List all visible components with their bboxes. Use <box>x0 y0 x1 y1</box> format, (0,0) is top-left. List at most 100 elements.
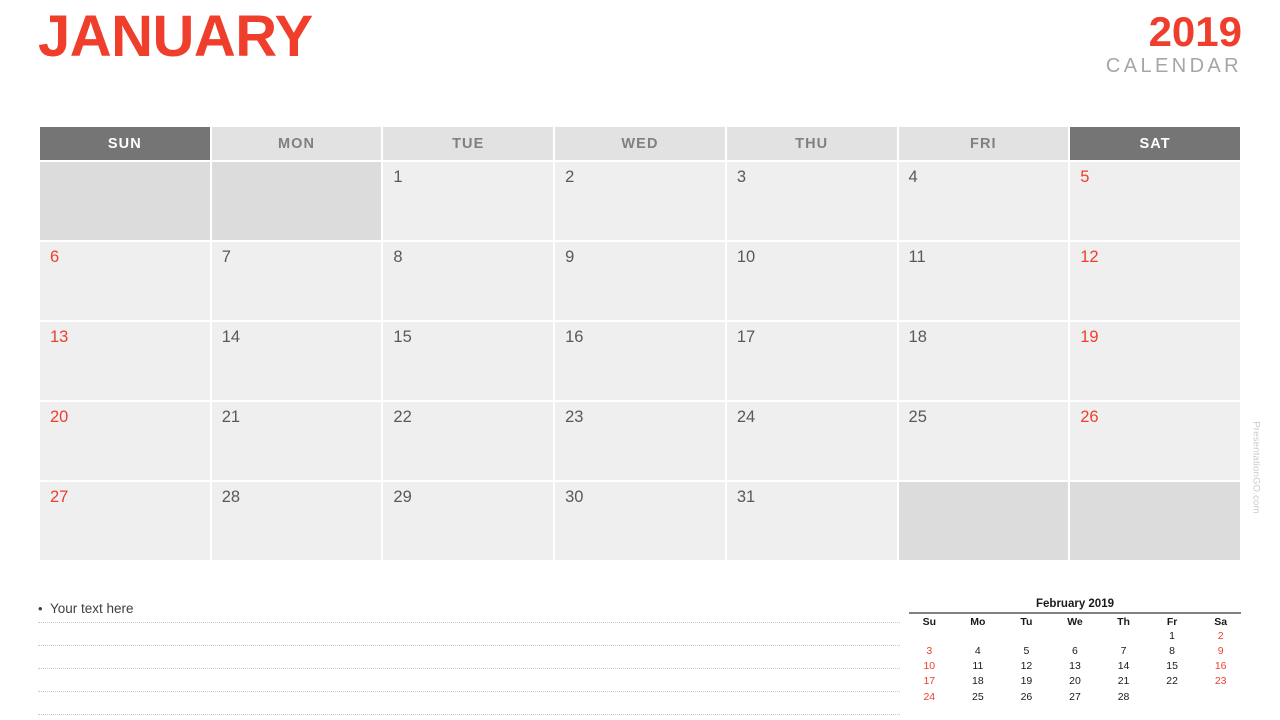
mini-day-cell[interactable]: 25 <box>954 690 1003 705</box>
day-cell[interactable]: 18 <box>898 322 1069 400</box>
mini-day-cell[interactable]: 27 <box>1051 690 1100 705</box>
day-number: 1 <box>393 168 403 186</box>
note-line[interactable] <box>38 646 900 669</box>
note-line[interactable]: • Your text here <box>38 600 900 623</box>
day-number: 23 <box>565 408 584 426</box>
mini-day-cell[interactable]: 18 <box>954 674 1003 689</box>
month-grid-body: 1 2 3 4 5 6 7 8 9 10 11 12 13 14 15 16 17 18 19 20 21 22 23 24 2… <box>40 162 1240 560</box>
mini-day-cell[interactable]: 1 <box>1148 629 1197 644</box>
day-cell[interactable]: 23 <box>555 402 725 480</box>
day-number: 13 <box>50 328 69 346</box>
day-cell[interactable]: 24 <box>726 402 897 480</box>
mini-day-cell[interactable]: 26 <box>1002 690 1051 705</box>
mini-week-row: 10 11 12 13 14 15 16 <box>905 659 1245 674</box>
mini-day-cell[interactable]: 9 <box>1196 644 1245 659</box>
mini-day-cell[interactable]: 23 <box>1196 674 1245 689</box>
mini-week-row: 24 25 26 27 28 <box>905 690 1245 705</box>
mini-calendar-table: Su Mo Tu We Th Fr Sa 1 2 3 4 5 6 7 8 9 10 11 12 13 14 15 16 17… <box>905 614 1245 705</box>
day-cell[interactable]: 12 <box>1070 242 1240 320</box>
mini-day-cell[interactable]: 12 <box>1002 659 1051 674</box>
mini-day-cell[interactable]: 4 <box>954 644 1003 659</box>
day-cell[interactable]: 5 <box>1070 162 1240 240</box>
mini-day-of-week-header-mo: Mo <box>970 616 986 628</box>
day-cell[interactable]: 3 <box>726 162 897 240</box>
day-cell[interactable]: 11 <box>898 242 1069 320</box>
mini-day-of-week-header-fr: Fr <box>1166 616 1178 628</box>
mini-week-row: 17 18 19 20 21 22 23 <box>905 674 1245 689</box>
mini-day-cell[interactable]: 2 <box>1196 629 1245 644</box>
week-row: 13 14 15 16 17 18 19 <box>40 322 1240 400</box>
day-number: 2 <box>565 168 575 186</box>
mini-day-cell[interactable]: 15 <box>1148 659 1197 674</box>
notes-area[interactable]: • Your text here <box>38 600 900 715</box>
day-cell[interactable]: 4 <box>898 162 1069 240</box>
day-cell[interactable]: 14 <box>211 322 382 400</box>
day-number: 6 <box>50 248 60 266</box>
note-line[interactable] <box>38 692 900 715</box>
mini-day-cell[interactable]: 17 <box>905 674 954 689</box>
watermark: PresentationGO.com <box>1250 421 1262 514</box>
mini-day-cell[interactable]: 6 <box>1051 644 1100 659</box>
mini-day-cell[interactable]: 3 <box>905 644 954 659</box>
mini-day-cell[interactable]: 10 <box>905 659 954 674</box>
day-cell[interactable]: 16 <box>555 322 725 400</box>
day-cell[interactable]: 7 <box>211 242 382 320</box>
day-cell-empty <box>898 482 1069 560</box>
mini-day-cell[interactable]: 28 <box>1099 690 1148 705</box>
day-cell[interactable]: 9 <box>555 242 725 320</box>
day-cell-empty <box>1070 482 1240 560</box>
day-number: 20 <box>50 408 69 426</box>
day-cell[interactable]: 19 <box>1070 322 1240 400</box>
mini-calendar: February 2019 Su Mo Tu We Th Fr Sa 1 2 3 4 5 6 7 8 9 10… <box>905 598 1245 705</box>
day-number: 10 <box>736 248 756 266</box>
mini-day-of-week-header-su: Su <box>922 616 936 628</box>
mini-day-cell[interactable]: 7 <box>1099 644 1148 659</box>
day-number: 11 <box>908 248 926 266</box>
day-cell[interactable]: 30 <box>555 482 725 560</box>
mini-day-cell[interactable]: 16 <box>1196 659 1245 674</box>
day-of-week-header-sat: SAT <box>1070 127 1240 160</box>
mini-day-cell[interactable]: 5 <box>1002 644 1051 659</box>
day-cell[interactable]: 31 <box>726 482 897 560</box>
day-cell[interactable]: 21 <box>211 402 382 480</box>
week-row: 6 7 8 9 10 11 12 <box>40 242 1240 320</box>
note-line[interactable] <box>38 669 900 692</box>
year-label: 2019 <box>1148 8 1242 55</box>
day-cell[interactable]: 10 <box>726 242 897 320</box>
mini-day-cell[interactable]: 22 <box>1148 674 1197 689</box>
mini-day-cell[interactable]: 19 <box>1002 674 1051 689</box>
mini-day-cell[interactable]: 24 <box>905 690 954 705</box>
day-number: 26 <box>1080 408 1099 426</box>
day-cell[interactable]: 17 <box>726 322 897 400</box>
day-cell[interactable]: 29 <box>383 482 554 560</box>
day-number: 4 <box>908 168 918 186</box>
day-number: 7 <box>221 248 231 266</box>
mini-day-cell[interactable]: 20 <box>1051 674 1100 689</box>
day-cell[interactable]: 2 <box>555 162 725 240</box>
mini-day-cell[interactable]: 14 <box>1099 659 1148 674</box>
mini-day-of-week-header-sa: Sa <box>1214 616 1228 628</box>
mini-day-cell[interactable]: 11 <box>954 659 1003 674</box>
mini-day-cell[interactable]: 8 <box>1148 644 1197 659</box>
day-cell[interactable]: 6 <box>40 242 210 320</box>
day-cell[interactable]: 8 <box>383 242 554 320</box>
day-cell[interactable]: 13 <box>40 322 210 400</box>
day-cell[interactable]: 22 <box>383 402 554 480</box>
day-cell[interactable]: 1 <box>383 162 554 240</box>
mini-day-cell[interactable]: 13 <box>1051 659 1100 674</box>
note-text[interactable]: Your text here <box>50 601 134 616</box>
mini-day-cell[interactable]: 21 <box>1099 674 1148 689</box>
mini-calendar-title: February 2019 <box>1036 598 1114 610</box>
week-row: 27 28 29 30 31 <box>40 482 1240 560</box>
day-number: 18 <box>908 328 927 346</box>
day-cell[interactable]: 27 <box>40 482 210 560</box>
day-cell[interactable]: 25 <box>898 402 1069 480</box>
day-cell[interactable]: 26 <box>1070 402 1240 480</box>
note-line[interactable] <box>38 623 900 646</box>
day-number: 5 <box>1080 168 1090 186</box>
day-cell[interactable]: 28 <box>211 482 382 560</box>
day-number: 28 <box>221 488 241 506</box>
day-cell[interactable]: 20 <box>40 402 210 480</box>
day-number: 8 <box>393 248 403 266</box>
day-cell[interactable]: 15 <box>383 322 554 400</box>
